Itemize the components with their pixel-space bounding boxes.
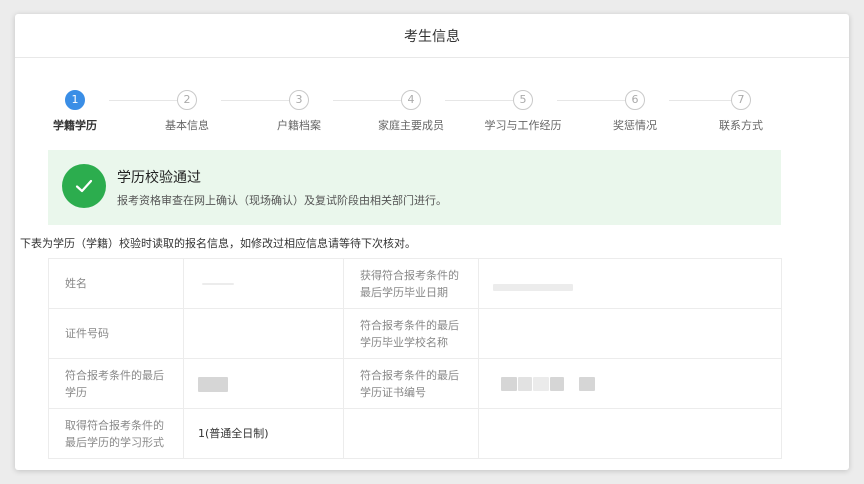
value-id-number — [183, 308, 344, 359]
check-icon — [62, 164, 106, 208]
step-household-records[interactable]: 3 户籍档案 — [249, 90, 349, 133]
table-row: 取得符合报考条件的最后学历的学习形式 1(普通全日制) — [48, 408, 782, 459]
value-graduation-date — [478, 258, 782, 309]
label-name: 姓名 — [48, 258, 184, 309]
redacted-block — [550, 377, 564, 391]
label-id-number: 证件号码 — [48, 308, 184, 359]
step-number: 7 — [731, 90, 751, 110]
value-school-name — [478, 308, 782, 359]
label-education-level: 符合报考条件的最后学历 — [48, 358, 184, 409]
step-label: 学习与工作经历 — [484, 119, 562, 132]
step-contact-info[interactable]: 7 联系方式 — [691, 90, 791, 133]
info-note: 下表为学历（学籍）校验时读取的报名信息，如修改过相应信息请等待下次核对。 — [20, 237, 416, 250]
step-label: 户籍档案 — [277, 119, 321, 132]
step-label: 奖惩情况 — [613, 119, 657, 132]
value-study-mode: 1(普通全日制) — [183, 408, 344, 459]
redacted-block — [518, 377, 532, 391]
value-empty — [478, 408, 782, 459]
redacted-block — [493, 283, 573, 291]
table-row: 姓名 获得符合报考条件的最后学历毕业日期 — [48, 258, 782, 309]
step-label: 学籍学历 — [53, 119, 97, 132]
label-study-mode: 取得符合报考条件的最后学历的学习形式 — [48, 408, 184, 459]
redacted-block — [198, 376, 228, 392]
progress-stepper: 1 学籍学历 2 基本信息 3 户籍档案 4 家庭主要成员 5 学习与工作经历 … — [15, 90, 849, 140]
step-number: 4 — [401, 90, 421, 110]
step-number: 5 — [513, 90, 533, 110]
table-row: 符合报考条件的最后学历 符合报考条件的最后学历证书编号 — [48, 358, 782, 409]
value-name — [183, 258, 344, 309]
step-rewards-punishments[interactable]: 6 奖惩情况 — [585, 90, 685, 133]
step-label: 基本信息 — [165, 119, 209, 132]
label-school-name: 符合报考条件的最后学历毕业学校名称 — [343, 308, 479, 359]
student-info-table: 姓名 获得符合报考条件的最后学历毕业日期 证件号码 符合报考条件的最后学历毕业学… — [48, 258, 782, 459]
redacted-block — [501, 377, 517, 391]
redacted-block — [202, 283, 234, 285]
step-number: 2 — [177, 90, 197, 110]
step-number: 3 — [289, 90, 309, 110]
step-number: 6 — [625, 90, 645, 110]
banner-subtitle: 报考资格审查在网上确认（现场确认）及复试阶段由相关部门进行。 — [117, 194, 447, 207]
verification-success-banner: 学历校验通过 报考资格审查在网上确认（现场确认）及复试阶段由相关部门进行。 — [48, 150, 781, 225]
step-study-work-history[interactable]: 5 学习与工作经历 — [473, 90, 573, 133]
redacted-block — [579, 377, 595, 391]
value-education-level — [183, 358, 344, 409]
table-row: 证件号码 符合报考条件的最后学历毕业学校名称 — [48, 308, 782, 359]
banner-title: 学历校验通过 — [117, 170, 201, 186]
step-xueji-xueli[interactable]: 1 学籍学历 — [25, 90, 125, 133]
label-certificate-number: 符合报考条件的最后学历证书编号 — [343, 358, 479, 409]
label-empty — [343, 408, 479, 459]
step-basic-info[interactable]: 2 基本信息 — [137, 90, 237, 133]
label-graduation-date: 获得符合报考条件的最后学历毕业日期 — [343, 258, 479, 309]
page-title: 考生信息 — [15, 14, 849, 58]
step-label: 联系方式 — [719, 119, 763, 132]
step-family-members[interactable]: 4 家庭主要成员 — [361, 90, 461, 133]
step-label: 家庭主要成员 — [378, 119, 444, 132]
value-certificate-number — [478, 358, 782, 409]
step-number: 1 — [65, 90, 85, 110]
redacted-block — [533, 377, 549, 391]
student-info-card: 考生信息 1 学籍学历 2 基本信息 3 户籍档案 4 家庭主要成员 5 学习与… — [15, 14, 849, 470]
